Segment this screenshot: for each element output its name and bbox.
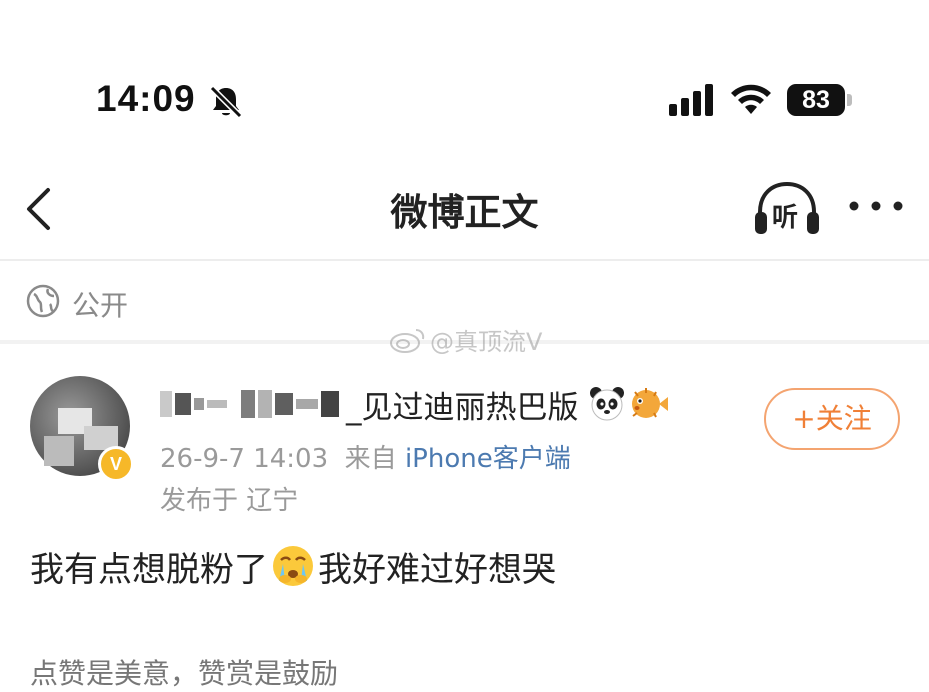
more-dots-icon[interactable] (846, 194, 906, 218)
reward-hint: 点赞是美意，赞赏是鼓励 (30, 657, 339, 690)
post-text: 我有点想脱粉了 我好难过好想哭 (30, 544, 556, 590)
battery-icon: 83 (787, 84, 853, 116)
post-timestamp: 26-9-7 14:03 (160, 444, 329, 474)
listen-label: 听 (772, 203, 799, 233)
pufferfish-emoji (631, 388, 668, 418)
follow-button[interactable]: +关注 (764, 388, 900, 450)
watermark-text: @真顶流V (430, 327, 543, 356)
post-location: 发布于 辽宁 (160, 486, 299, 516)
status-time: 14:09 (96, 78, 196, 119)
crying-face-emoji (273, 546, 313, 586)
username-text: _见过迪丽热巴版 (346, 389, 579, 426)
watermark: @真顶流V (388, 322, 542, 356)
signal-icon (669, 84, 713, 116)
username[interactable]: _见过迪丽热巴版 (160, 382, 669, 426)
panda-emoji (589, 387, 624, 421)
wifi-icon (731, 84, 771, 114)
avatar[interactable]: V (30, 376, 134, 482)
bell-slash-icon (209, 85, 243, 119)
nav-bar: 微博正文 听 (0, 160, 929, 258)
source-prefix: 来自 (344, 444, 397, 474)
visibility-label: 公开 (72, 289, 129, 322)
username-mosaic (160, 390, 342, 418)
status-bar: 14:09 83 (0, 0, 929, 150)
post-text-part2: 我好难过好想哭 (318, 549, 556, 590)
source-link[interactable]: iPhone客户端 (405, 444, 571, 474)
weibo-logo-icon (390, 329, 425, 353)
battery-level: 83 (802, 86, 830, 114)
nav-divider (0, 259, 929, 261)
globe-icon (26, 284, 60, 318)
post-text-part1: 我有点想脱粉了 (30, 549, 268, 590)
listen-button[interactable]: 听 (752, 180, 822, 240)
verified-badge-icon: V (98, 446, 134, 482)
post-meta: 26-9-7 14:03 来自 iPhone客户端 (160, 438, 571, 475)
